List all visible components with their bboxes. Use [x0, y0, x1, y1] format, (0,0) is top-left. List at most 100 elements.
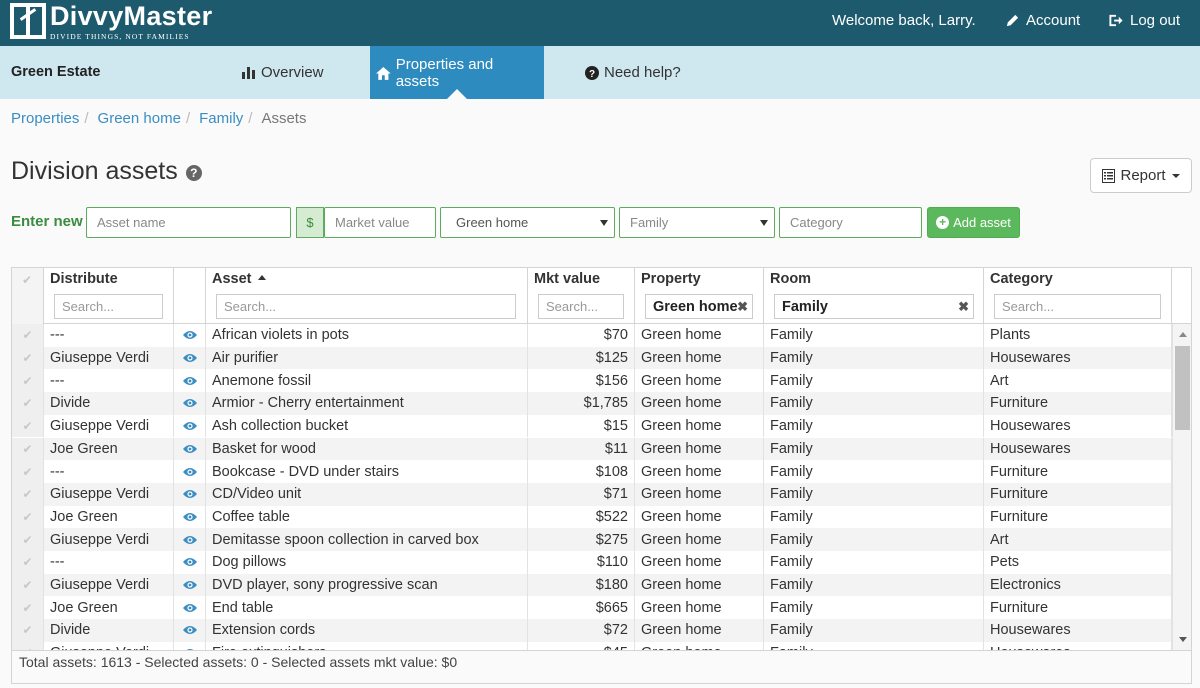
logo[interactable]: DivvyMaster DIVIDE THINGS, NOT FAMILIES [10, 3, 212, 41]
property-cell[interactable]: Green home [635, 369, 764, 393]
mkt-value-cell[interactable]: $72 [528, 619, 635, 642]
room-cell[interactable]: Family [764, 460, 984, 483]
category-cell[interactable]: Art [984, 369, 1172, 393]
room-cell[interactable]: Family [764, 346, 984, 370]
view-button[interactable] [174, 369, 206, 393]
category-cell[interactable]: Housewares [984, 619, 1172, 642]
room-cell[interactable]: Family [764, 641, 984, 650]
category-cell[interactable]: Art [984, 528, 1172, 551]
help-icon[interactable]: ? [185, 165, 202, 181]
mkt-value-cell[interactable]: $665 [528, 596, 635, 620]
room-cell[interactable]: Family [764, 482, 984, 506]
distribute-cell[interactable]: Giuseppe Verdi [44, 528, 174, 551]
property-cell[interactable]: Green home [635, 596, 764, 620]
distribute-cell[interactable]: Giuseppe Verdi [44, 346, 174, 370]
property-cell[interactable]: Green home [635, 573, 764, 597]
row-select-checkbox[interactable]: ✔ [12, 346, 44, 370]
row-select-checkbox[interactable]: ✔ [12, 460, 44, 483]
view-button[interactable] [174, 414, 206, 438]
table-row[interactable]: ✔Giuseppe Verdi Fire extinguishers$45Gree… [12, 641, 1172, 650]
view-button[interactable] [174, 528, 206, 551]
asset-cell[interactable]: Basket for wood [206, 437, 528, 461]
row-select-checkbox[interactable]: ✔ [12, 596, 44, 620]
room-cell[interactable]: Family [764, 551, 984, 574]
mkt-value-cell[interactable]: $275 [528, 528, 635, 551]
category-cell[interactable]: Housewares [984, 414, 1172, 438]
row-select-checkbox[interactable]: ✔ [12, 437, 44, 461]
asset-filter[interactable]: Search... [216, 294, 516, 319]
room-cell[interactable]: Family [764, 528, 984, 551]
tab-overview[interactable]: Overview [242, 46, 324, 99]
row-select-checkbox[interactable]: ✔ [12, 414, 44, 438]
tab-need-help[interactable]: ? Need help? [585, 46, 681, 99]
asset-cell[interactable]: End table [206, 596, 528, 620]
category-cell[interactable]: Furniture [984, 596, 1172, 620]
view-button[interactable] [174, 596, 206, 620]
distribute-cell[interactable]: --- [44, 324, 174, 347]
property-cell[interactable]: Green home [635, 392, 764, 415]
category-cell[interactable]: Furniture [984, 505, 1172, 529]
table-row[interactable]: ✔ --- African violets in pots $70 Green home… [12, 324, 1172, 347]
breadcrumb-family[interactable]: Family [199, 110, 243, 127]
mkt-value-cell[interactable]: $1,785 [528, 392, 635, 415]
view-button[interactable] [174, 437, 206, 461]
property-cell[interactable]: Green home [635, 641, 764, 650]
room-cell[interactable]: Family [764, 573, 984, 597]
room-select[interactable]: Family [619, 207, 775, 238]
property-cell[interactable]: Green home [635, 324, 764, 347]
room-cell[interactable]: Family [764, 437, 984, 461]
mkt-value-title[interactable]: Mkt value [534, 271, 600, 287]
row-select-checkbox[interactable]: ✔ [12, 551, 44, 574]
table-row[interactable]: ✔ --- Dog pillows $110 Green home Family Pets [12, 551, 1172, 574]
category-cell[interactable]: Plants [984, 324, 1172, 347]
room-title[interactable]: Room [770, 271, 811, 287]
add-asset-button[interactable]: + Add asset [927, 207, 1020, 238]
mkt-value-cell[interactable]: $11 [528, 437, 635, 461]
scroll-down-icon[interactable] [1179, 637, 1187, 642]
asset-cell[interactable]: Anemone fossil [206, 369, 528, 393]
property-filter[interactable]: Green home ✖ [645, 294, 753, 319]
asset-cell[interactable]: Extension cords [206, 619, 528, 642]
category-cell[interactable]: Furniture [984, 392, 1172, 415]
property-select[interactable]: Green home [440, 207, 615, 238]
view-button[interactable] [174, 392, 206, 415]
table-row[interactable]: ✔ Divide Extension cords $72 Green home Famil… [12, 619, 1172, 642]
room-cell[interactable]: Family [764, 324, 984, 347]
room-cell[interactable]: Family [764, 619, 984, 642]
breadcrumb-properties[interactable]: Properties [11, 110, 79, 127]
distribute-cell[interactable]: --- [44, 369, 174, 393]
mkt-value-cell[interactable]: $125 [528, 346, 635, 370]
table-row[interactable]: ✔ Giuseppe Verdi Air purifier $125 Green hom… [12, 346, 1172, 370]
table-row[interactable]: ✔ Giuseppe Verdi DVD player, sony progress… [12, 573, 1172, 597]
logout-link[interactable]: Log out [1108, 12, 1180, 29]
view-button[interactable] [174, 641, 206, 650]
select-all-header[interactable]: ✔ [12, 268, 44, 324]
property-cell[interactable]: Green home [635, 505, 764, 529]
view-button[interactable] [174, 346, 206, 370]
asset-cell[interactable]: DVD player, sony progressive scan [206, 573, 528, 597]
mkt-value-cell[interactable]: $156 [528, 369, 635, 393]
asset-cell[interactable]: CD/Video unit [206, 482, 528, 506]
asset-cell[interactable]: Bookcase - DVD under stairs [206, 460, 528, 483]
row-select-checkbox[interactable]: ✔ [12, 505, 44, 529]
view-button[interactable] [174, 551, 206, 574]
property-cell[interactable]: Green home [635, 346, 764, 370]
category-input[interactable]: Category [779, 207, 922, 238]
property-cell[interactable]: Green home [635, 437, 764, 461]
asset-cell[interactable]: Ash collection bucket [206, 414, 528, 438]
room-cell[interactable]: Family [764, 392, 984, 415]
mkt-value-cell[interactable]: $110 [528, 551, 635, 574]
distribute-cell[interactable]: --- [44, 460, 174, 483]
category-cell[interactable]: Furniture [984, 482, 1172, 506]
room-cell[interactable]: Family [764, 414, 984, 438]
distribute-cell[interactable]: Divide [44, 392, 174, 415]
row-select-checkbox[interactable]: ✔ [12, 619, 44, 642]
row-select-checkbox[interactable]: ✔ [12, 392, 44, 415]
mkt-value-cell[interactable]: $70 [528, 324, 635, 347]
table-row[interactable]: ✔ --- Bookcase - DVD under stairs $108 Green… [12, 460, 1172, 483]
property-title[interactable]: Property [641, 271, 701, 287]
asset-title[interactable]: Asset [212, 271, 266, 287]
mkt-value-cell[interactable]: $15 [528, 414, 635, 438]
category-cell[interactable]: Furniture [984, 460, 1172, 483]
row-select-checkbox[interactable]: ✔ [12, 482, 44, 506]
